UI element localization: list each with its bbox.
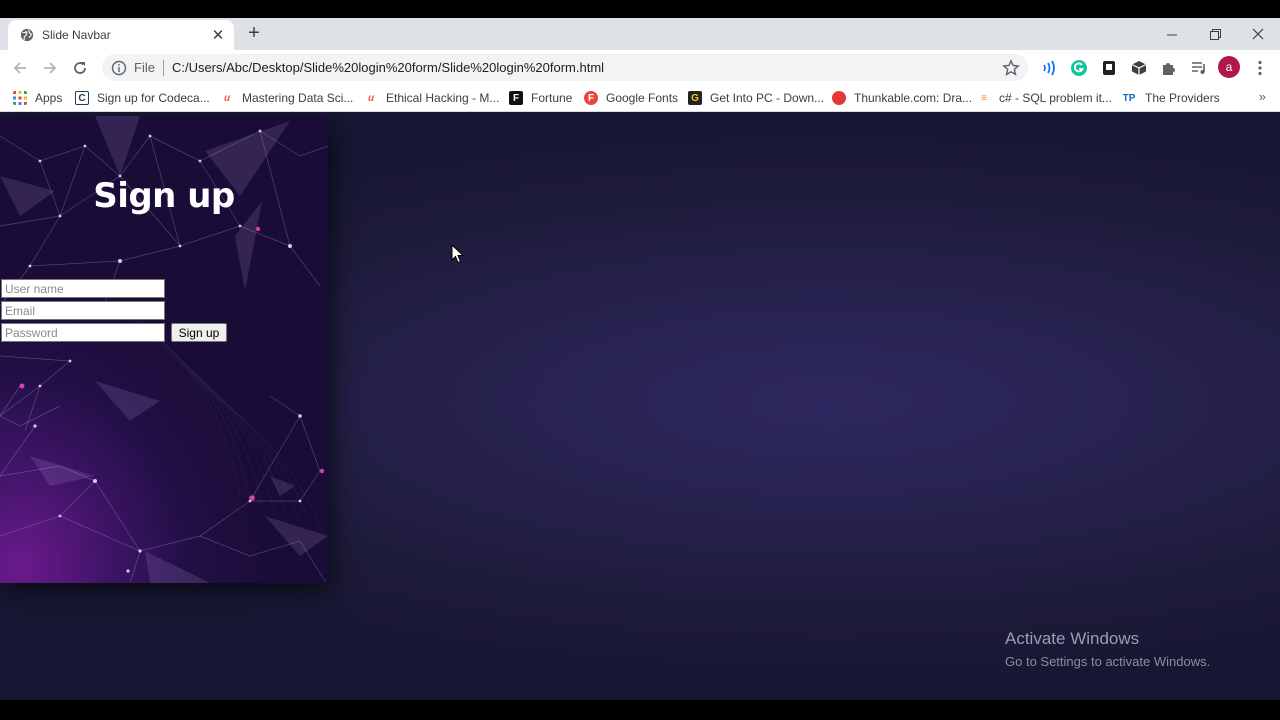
cube-extension-icon[interactable] bbox=[1129, 58, 1149, 78]
restore-icon[interactable] bbox=[1200, 22, 1230, 46]
tab-title: Slide Navbar bbox=[42, 28, 111, 42]
profile-avatar[interactable]: a bbox=[1218, 56, 1240, 78]
bookmark-fortune[interactable]: F Fortune bbox=[509, 89, 572, 107]
bookmark-apps[interactable]: Apps bbox=[13, 89, 62, 107]
url-text[interactable]: C:/Users/Abc/Desktop/Slide%20login%20for… bbox=[172, 60, 1002, 75]
clipboard-extension-icon[interactable] bbox=[1099, 58, 1119, 78]
forward-icon[interactable] bbox=[38, 56, 62, 80]
udemy-icon: u bbox=[367, 92, 375, 104]
email-input[interactable] bbox=[1, 301, 165, 320]
mouse-cursor-icon bbox=[451, 244, 465, 264]
bookmark-mastering-data-science[interactable]: u Mastering Data Sci... bbox=[220, 89, 353, 107]
bookmark-label: Mastering Data Sci... bbox=[242, 91, 354, 105]
bookmark-ethical-hacking[interactable]: u Ethical Hacking - M... bbox=[364, 89, 499, 107]
udemy-icon: u bbox=[223, 92, 231, 104]
address-bar[interactable]: File C:/Users/Abc/Desktop/Slide%20login%… bbox=[102, 54, 1028, 81]
extensions-puzzle-icon[interactable] bbox=[1159, 58, 1179, 78]
signup-title: Sign up bbox=[93, 176, 235, 216]
username-input[interactable] bbox=[1, 279, 165, 298]
bookmarks-bar: Apps C Sign up for Codeca... u Mastering… bbox=[0, 85, 1280, 111]
grammarly-extension-icon[interactable] bbox=[1069, 58, 1089, 78]
bookmark-label: Thunkable.com: Dra... bbox=[854, 91, 973, 105]
omnibox-divider bbox=[162, 59, 164, 76]
browser-toolbar: File C:/Users/Abc/Desktop/Slide%20login%… bbox=[0, 50, 1280, 85]
window-close-icon[interactable] bbox=[1243, 22, 1273, 46]
url-scheme: File bbox=[134, 60, 155, 75]
bookmark-label: c# - SQL problem it... bbox=[999, 91, 1112, 105]
minimize-icon[interactable] bbox=[1157, 22, 1187, 46]
tab-strip: Slide Navbar ✕ + bbox=[0, 18, 1280, 50]
windows-activation-watermark: Activate Windows Go to Settings to activ… bbox=[1005, 629, 1210, 669]
apps-grid-icon bbox=[13, 91, 27, 105]
info-icon[interactable] bbox=[111, 60, 127, 76]
tp-icon: TP bbox=[1122, 92, 1136, 104]
signup-button[interactable]: Sign up bbox=[171, 323, 227, 342]
back-icon[interactable] bbox=[8, 56, 32, 80]
bookmark-star-icon[interactable] bbox=[1002, 58, 1020, 77]
bookmark-label: Google Fonts bbox=[606, 91, 679, 105]
bookmark-google-fonts[interactable]: F Google Fonts bbox=[584, 89, 678, 107]
watermark-title: Activate Windows bbox=[1005, 629, 1140, 648]
read-aloud-extension-icon[interactable] bbox=[1039, 58, 1059, 78]
media-queue-icon[interactable] bbox=[1189, 58, 1209, 78]
bookmark-get-into-pc[interactable]: G Get Into PC - Down... bbox=[688, 89, 824, 107]
bookmark-label: Fortune bbox=[531, 91, 573, 105]
bookmark-sql-problem[interactable]: ≡ c# - SQL problem it... bbox=[977, 89, 1112, 107]
watermark-subtitle: Go to Settings to activate Windows. bbox=[1005, 654, 1211, 669]
bookmark-codecademy[interactable]: C Sign up for Codeca... bbox=[75, 89, 210, 107]
signup-panel: Sign up Sign up bbox=[0, 116, 328, 583]
bookmark-label: Apps bbox=[35, 91, 63, 105]
password-input[interactable] bbox=[1, 323, 165, 342]
bookmarks-overflow-icon[interactable]: » bbox=[1259, 89, 1266, 104]
fortune-icon: F bbox=[509, 91, 523, 105]
getintopc-icon: G bbox=[688, 91, 702, 105]
new-tab-button[interactable]: + bbox=[243, 23, 265, 45]
stackoverflow-icon: ≡ bbox=[981, 92, 987, 104]
tab-slide-navbar[interactable]: Slide Navbar ✕ bbox=[8, 20, 234, 50]
bookmark-label: Ethical Hacking - M... bbox=[386, 91, 500, 105]
page-viewport: Sign up Sign up Activate Windows Go to S… bbox=[0, 112, 1280, 700]
bookmark-label: The Providers bbox=[1145, 91, 1220, 105]
bookmark-thunkable[interactable]: Thunkable.com: Dra... bbox=[832, 89, 972, 107]
bookmark-the-providers[interactable]: TP The Providers bbox=[1121, 89, 1220, 107]
reload-icon[interactable] bbox=[68, 56, 92, 80]
menu-kebab-icon[interactable] bbox=[1250, 58, 1270, 78]
tab-close-icon[interactable]: ✕ bbox=[208, 25, 228, 45]
thunkable-icon bbox=[832, 91, 846, 105]
screen: Slide Navbar ✕ + File C:/Users/Abc/Deskt… bbox=[0, 0, 1280, 720]
google-fonts-icon: F bbox=[584, 91, 598, 105]
globe-icon bbox=[20, 28, 34, 42]
codecademy-icon: C bbox=[75, 91, 89, 105]
bookmark-label: Sign up for Codeca... bbox=[97, 91, 210, 105]
bookmark-label: Get Into PC - Down... bbox=[710, 91, 825, 105]
